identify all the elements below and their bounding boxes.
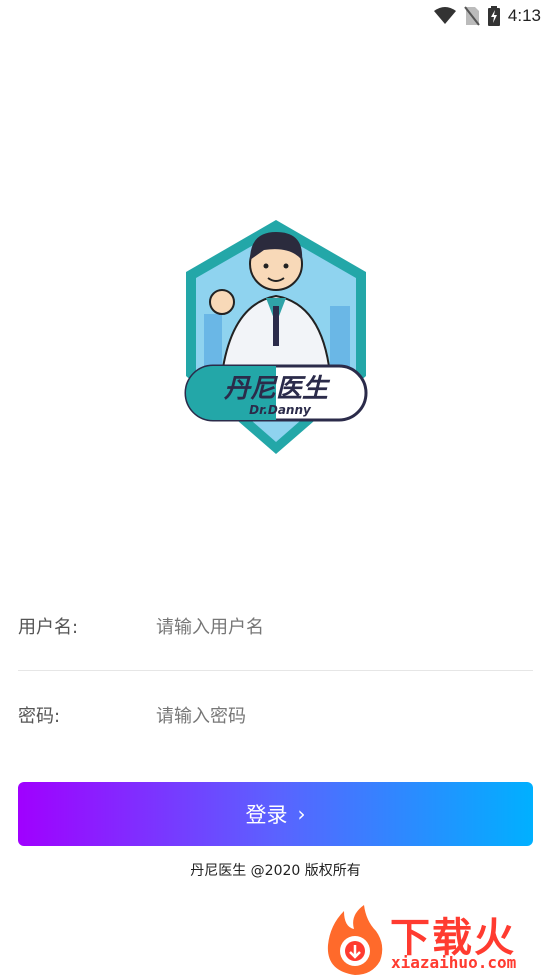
password-input[interactable] [156,696,526,736]
password-label: 密码: [18,706,61,727]
username-input[interactable] [156,607,526,647]
watermark: 下载火 xiazaihuo.com [324,903,551,979]
status-bar: 4:13 [0,0,551,32]
username-label: 用户名: [18,617,79,638]
logo-subtitle: Dr.Danny [249,403,312,417]
no-sim-icon [464,6,480,26]
app-logo: 丹尼医生 Dr.Danny [180,214,372,458]
battery-charging-icon [487,6,500,26]
copyright-text: 丹尼医生 @2020 版权所有 [190,863,361,879]
password-row: 密码: [18,686,533,746]
doctor-logo-icon: 丹尼医生 Dr.Danny [184,220,368,454]
logo-title: 丹尼医生 [223,374,331,404]
form-divider [18,670,533,671]
status-icons: 4:13 [433,4,541,28]
username-row: 用户名: [18,597,533,657]
login-button-label: 登录 [245,803,288,827]
fire-logo-icon [327,905,383,975]
wifi-icon [433,7,456,24]
chevron-right-icon: › [297,802,306,826]
status-time: 4:13 [507,6,541,25]
watermark-en: xiazaihuo.com [391,953,517,972]
login-button[interactable]: 登录 › [18,782,533,846]
